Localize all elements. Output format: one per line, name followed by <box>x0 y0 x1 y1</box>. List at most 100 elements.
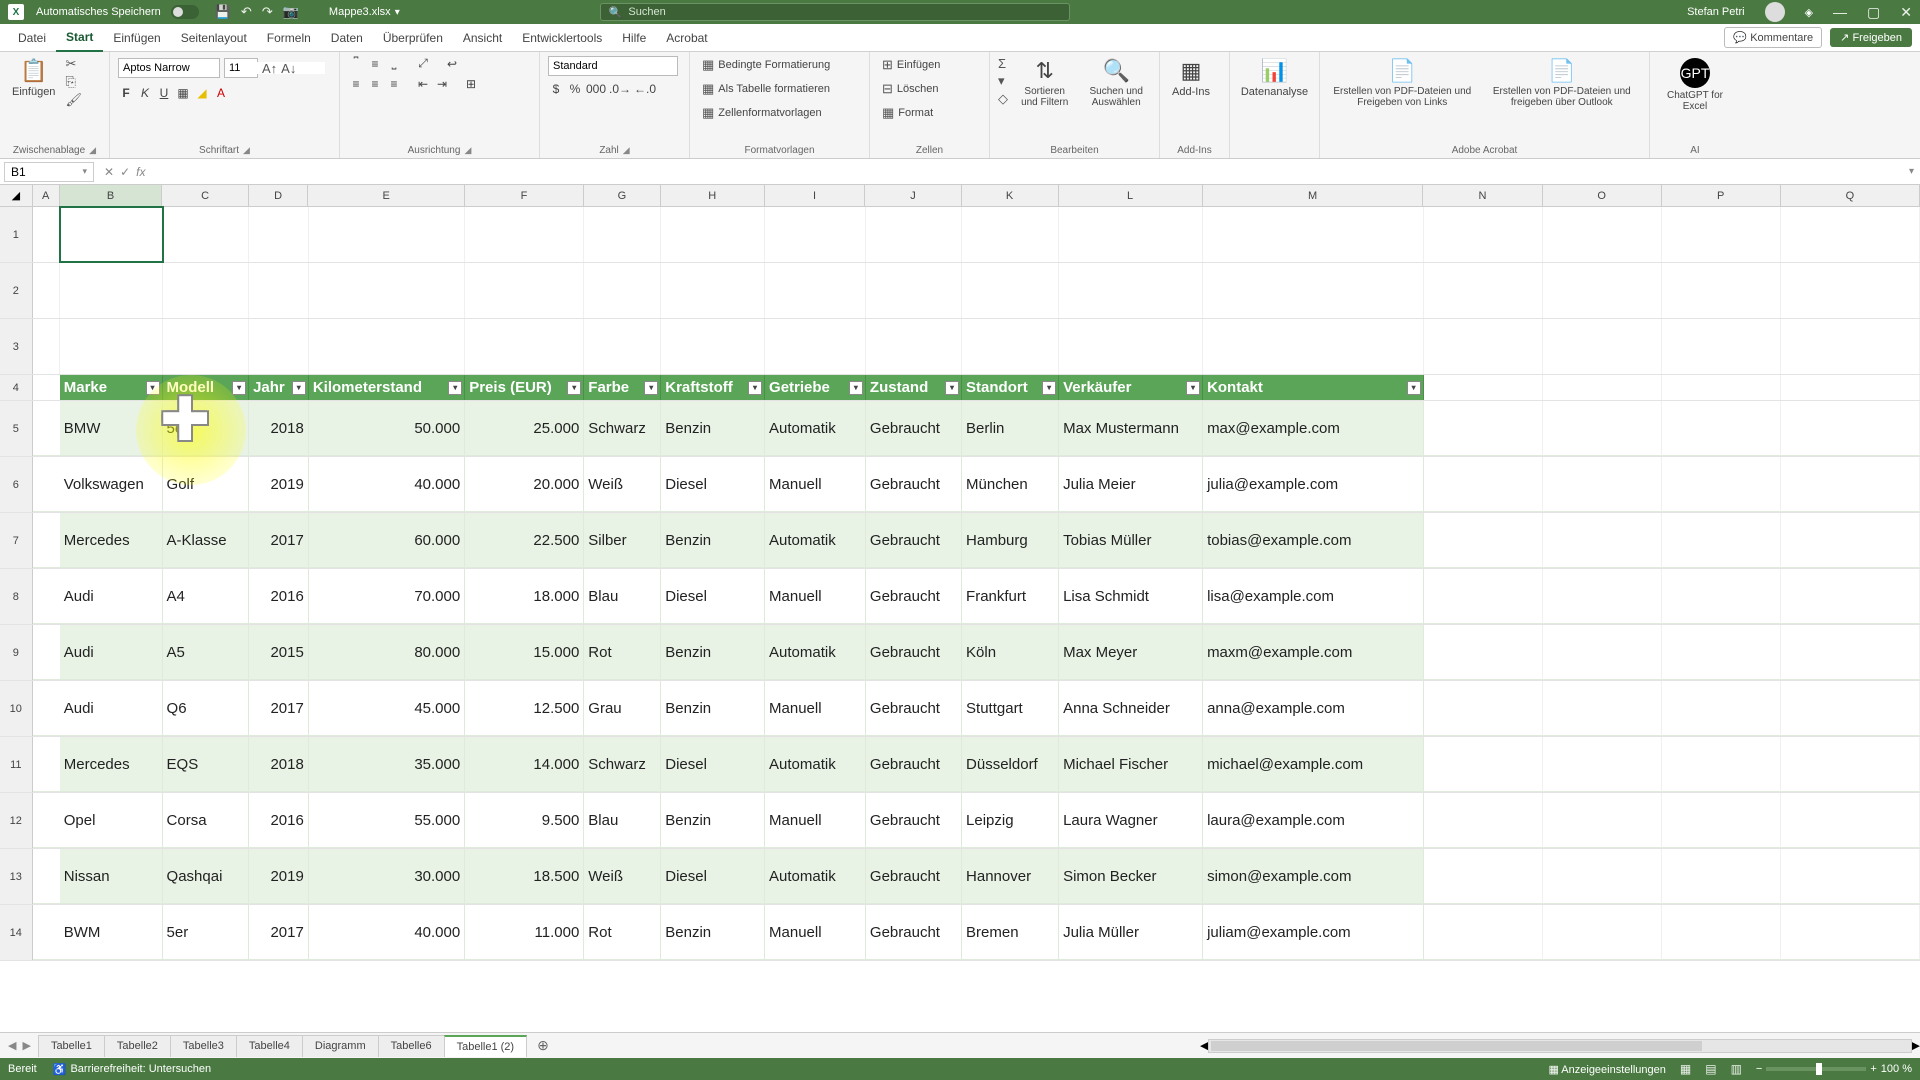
cell[interactable]: A5 <box>163 625 250 680</box>
row-header[interactable]: 11 <box>0 737 33 792</box>
cell[interactable] <box>1781 569 1920 624</box>
cell[interactable]: Gebraucht <box>866 737 962 792</box>
filter-icon[interactable]: ▾ <box>644 381 658 395</box>
cell[interactable] <box>1424 905 1543 960</box>
cell[interactable] <box>33 905 60 960</box>
tab-ansicht[interactable]: Ansicht <box>453 24 512 52</box>
cell[interactable]: Standort▾ <box>962 375 1059 400</box>
cell[interactable] <box>1662 457 1781 512</box>
zoom-slider[interactable] <box>1766 1067 1866 1071</box>
col-header-A[interactable]: A <box>33 185 60 206</box>
chatgpt-button[interactable]: GPTChatGPT for Excel <box>1658 56 1732 114</box>
cell[interactable] <box>1662 681 1781 736</box>
zoom-out-icon[interactable]: − <box>1756 1063 1762 1075</box>
cell[interactable] <box>465 207 584 262</box>
sheet-tab[interactable]: Tabelle6 <box>378 1035 445 1057</box>
cell[interactable]: 2019 <box>249 849 309 904</box>
cell[interactable] <box>1662 569 1781 624</box>
prev-sheet-icon[interactable]: ◀ <box>8 1039 16 1052</box>
cell[interactable]: Benzin <box>661 905 765 960</box>
cell[interactable] <box>765 319 866 374</box>
cell[interactable]: Automatik <box>765 513 866 568</box>
tab-datei[interactable]: Datei <box>8 24 56 52</box>
cell[interactable] <box>584 263 661 318</box>
col-header-E[interactable]: E <box>308 185 465 206</box>
col-header-H[interactable]: H <box>661 185 765 206</box>
cell[interactable]: Gebraucht <box>866 625 962 680</box>
add-sheet-button[interactable]: ⊕ <box>527 1037 559 1054</box>
user-name[interactable]: Stefan Petri <box>1687 6 1744 18</box>
cell[interactable]: Stuttgart <box>962 681 1059 736</box>
cell[interactable] <box>1781 375 1920 400</box>
cell[interactable]: Gebraucht <box>866 457 962 512</box>
cell[interactable] <box>1424 625 1543 680</box>
cell[interactable]: 2018 <box>249 401 309 456</box>
zoom-in-icon[interactable]: + <box>1870 1063 1876 1075</box>
cell[interactable] <box>1543 207 1662 262</box>
diamond-icon[interactable]: ◈ <box>1805 6 1813 19</box>
cell[interactable] <box>1662 263 1781 318</box>
page-layout-view-icon[interactable]: ▤ <box>1705 1062 1716 1076</box>
row-header[interactable]: 2 <box>0 263 33 318</box>
copy-icon[interactable]: ⎘ <box>65 74 82 90</box>
cell[interactable]: Weiß <box>584 849 661 904</box>
cell[interactable]: Manuell <box>765 905 866 960</box>
tab-ueberpruefen[interactable]: Überprüfen <box>373 24 453 52</box>
orientation-icon[interactable]: ⤢ <box>415 56 431 71</box>
filter-icon[interactable]: ▾ <box>232 381 246 395</box>
sheet-tab[interactable]: Tabelle1 <box>38 1035 105 1057</box>
tab-start[interactable]: Start <box>56 24 103 52</box>
cell[interactable]: 18.500 <box>465 849 584 904</box>
cell[interactable] <box>1662 849 1781 904</box>
cell[interactable]: Gebraucht <box>866 513 962 568</box>
cell[interactable] <box>163 207 250 262</box>
cell[interactable] <box>249 207 309 262</box>
increase-font-icon[interactable]: A↑ <box>262 61 277 76</box>
cell[interactable]: Michael Fischer <box>1059 737 1203 792</box>
cell[interactable]: Audi <box>60 569 163 624</box>
align-left-icon[interactable]: ≡ <box>348 77 364 91</box>
format-painter-icon[interactable]: 🖌 <box>65 92 82 108</box>
cell[interactable]: 22.500 <box>465 513 584 568</box>
cell[interactable] <box>309 207 465 262</box>
cell[interactable] <box>1662 793 1781 848</box>
format-as-table-button[interactable]: ▦Als Tabelle formatieren <box>698 80 834 98</box>
row-header[interactable]: 10 <box>0 681 33 736</box>
cell[interactable] <box>33 569 60 624</box>
cell[interactable]: Manuell <box>765 793 866 848</box>
cell[interactable] <box>1781 681 1920 736</box>
cell[interactable] <box>1662 207 1781 262</box>
cell[interactable]: Corsa <box>163 793 250 848</box>
page-break-view-icon[interactable]: ▥ <box>1731 1062 1742 1076</box>
cell[interactable] <box>1781 457 1920 512</box>
cell[interactable]: 25.000 <box>465 401 584 456</box>
cell[interactable] <box>163 263 250 318</box>
document-title[interactable]: Mappe3.xlsx <box>329 6 391 18</box>
filter-icon[interactable]: ▾ <box>567 381 581 395</box>
col-header-L[interactable]: L <box>1059 185 1203 206</box>
cell[interactable]: EQS <box>163 737 250 792</box>
cell[interactable] <box>1424 263 1543 318</box>
create-pdf-link-button[interactable]: 📄Erstellen von PDF-Dateien und Freigeben… <box>1328 56 1477 110</box>
cell[interactable]: Verkäufer▾ <box>1059 375 1203 400</box>
cell[interactable] <box>33 625 60 680</box>
cell[interactable] <box>1424 401 1543 456</box>
cell[interactable]: 50.000 <box>309 401 465 456</box>
cell[interactable]: Diesel <box>661 569 765 624</box>
cell[interactable] <box>33 457 60 512</box>
minimize-button[interactable]: ― <box>1833 4 1847 20</box>
cell[interactable] <box>866 319 962 374</box>
cell[interactable] <box>866 207 962 262</box>
cell[interactable]: Getriebe▾ <box>765 375 866 400</box>
cell[interactable]: 55.000 <box>309 793 465 848</box>
cell[interactable] <box>1543 625 1662 680</box>
cell[interactable]: 45.000 <box>309 681 465 736</box>
filter-icon[interactable]: ▾ <box>1042 381 1056 395</box>
cell[interactable]: Q6 <box>163 681 250 736</box>
row-header[interactable]: 9 <box>0 625 33 680</box>
cell[interactable] <box>962 319 1059 374</box>
cell[interactable]: Grau <box>584 681 661 736</box>
filter-icon[interactable]: ▾ <box>849 381 863 395</box>
col-header-B[interactable]: B <box>60 185 163 206</box>
cell[interactable] <box>33 793 60 848</box>
